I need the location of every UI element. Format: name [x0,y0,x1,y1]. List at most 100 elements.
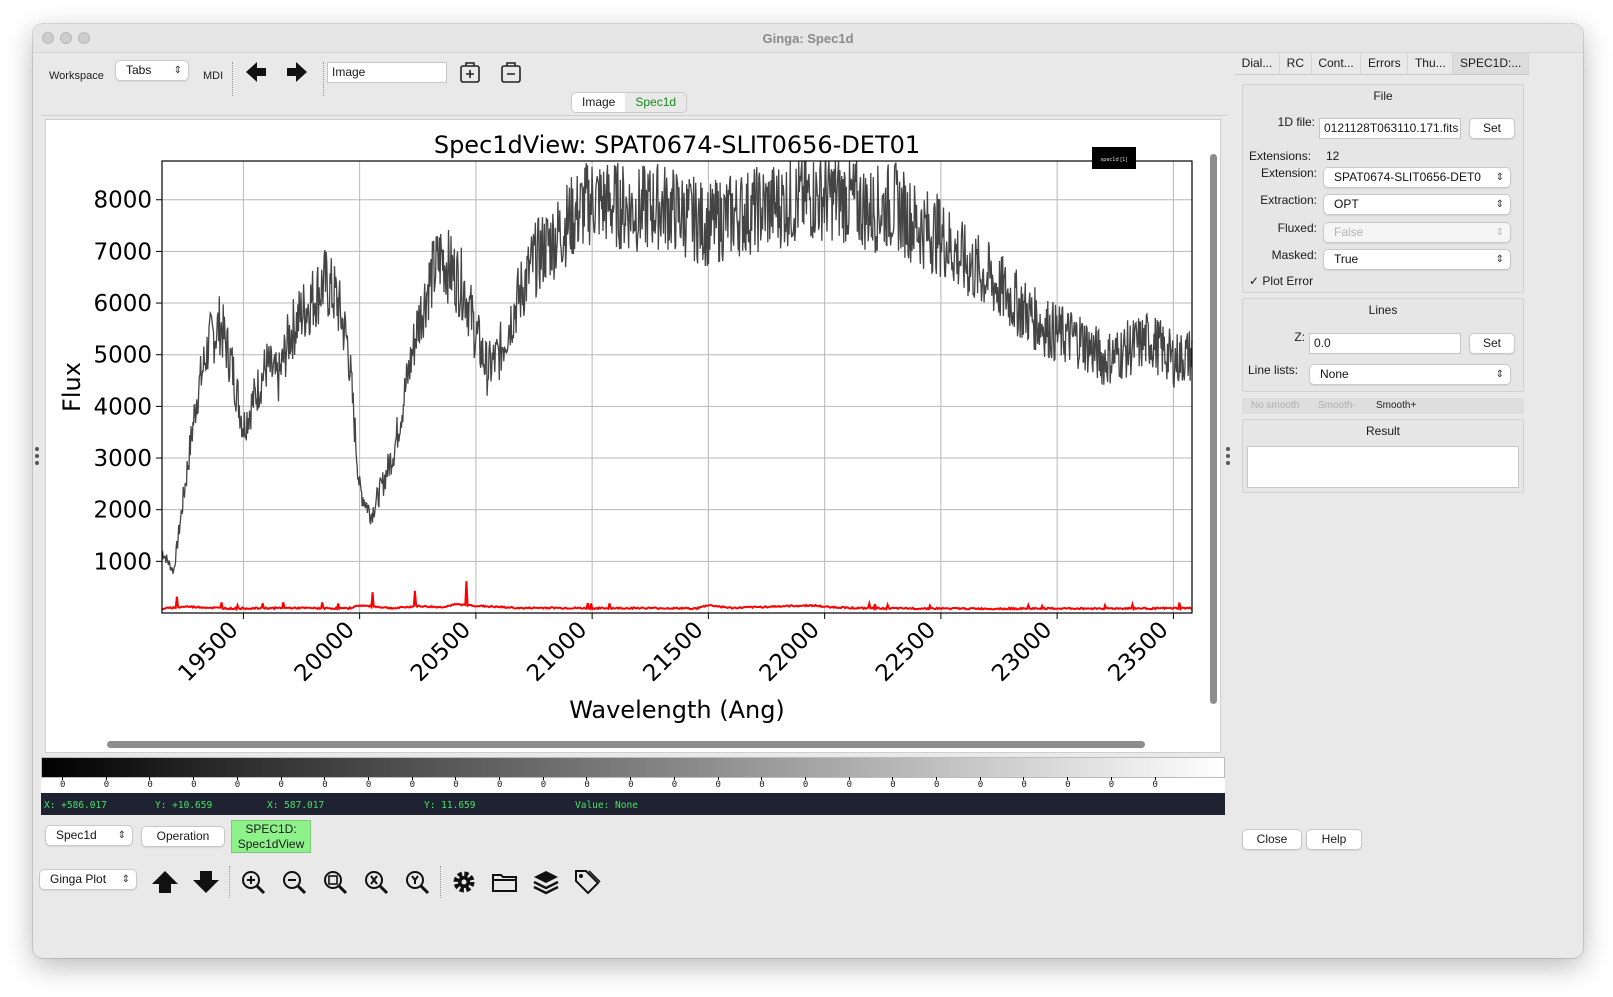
fluxed-select-value: False [1334,225,1364,239]
redshift-input[interactable]: 0.0 [1309,333,1461,354]
plot-background [162,161,1192,613]
file-group: File 1D file: 0121128T063110.171.fits Se… [1242,84,1524,293]
plot-error-label: Plot Error [1262,274,1314,288]
colorbar-tick-label: 0 [278,777,284,790]
line-lists-select-value: None [1320,367,1349,381]
remove-channel-icon [501,62,521,83]
plugin-spec1dview-button[interactable]: SPEC1D: Spec1dView [231,820,311,853]
colorbar-tick-label: 0 [365,777,372,790]
file-path-input[interactable]: 0121128T063110.171.fits [1319,118,1461,139]
no-smooth-button[interactable]: No smooth [1251,400,1299,411]
colorbar-tick-label: 0 [540,777,547,790]
colorbar-tick-label: 0 [453,777,459,790]
updown-arrow-icon: ⇕ [1495,254,1504,265]
tab-contents[interactable]: Cont... [1312,53,1362,74]
tab-spec1d[interactable]: Spec1d [625,93,687,112]
left-splitter-handle[interactable] [34,444,40,470]
legend-label: spec1d [1] [1101,157,1128,163]
previous-workspace-button[interactable] [243,60,269,84]
folder-icon [492,874,517,892]
smooth-minus-button[interactable]: Smooth- [1318,400,1356,411]
cursor-readout: X: +586.017 Y: +10.659 X: 587.017 Y: 11.… [41,793,1225,815]
colorbar-tick-label: 0 [103,777,110,790]
colorbar-tick-label: 0 [1065,777,1071,790]
file-set-button[interactable]: Set [1469,118,1515,139]
channel-select[interactable]: Spec1d ⇕ [45,825,133,846]
next-workspace-button[interactable] [284,60,310,84]
x-tick-label: 23000 [987,617,1057,687]
tag-icon [575,870,601,895]
zoom-out-icon [283,871,307,895]
settings-button[interactable] [449,867,479,897]
close-button[interactable]: Close [1242,829,1302,850]
x-tick-label: 21000 [522,617,592,687]
zoom-fit-x-button[interactable] [361,867,391,897]
add-channel-button[interactable] [457,60,483,86]
line-lists-select[interactable]: None ⇕ [1309,364,1511,385]
zoom-out-button[interactable] [279,867,309,897]
colorbar-tick-label: 0 [1021,777,1027,790]
viewer-mode-select[interactable]: Ginga Plot ⇕ [39,869,137,890]
lines-group: Lines Z: 0.0 Set Line lists: None ⇕ [1242,298,1524,392]
tab-spec1d-plugin[interactable]: SPEC1D:... [1453,53,1529,74]
help-button[interactable]: Help [1306,829,1362,850]
spectrum-chart[interactable]: 19500 20000 20500 21000 21500 22000 22500 23000… [46,120,1211,752]
y-tick-label: 7000 [93,239,152,265]
grip-dots-icon [1226,447,1230,465]
extraction-select[interactable]: OPT ⇕ [1323,194,1511,215]
remove-channel-button[interactable] [498,60,524,86]
plugin-name-line1: SPEC1D: [245,822,297,836]
toolbar-separator [229,866,230,898]
zoom-fit-y-button[interactable] [402,867,432,897]
workspace-name-input[interactable]: Image [327,62,447,83]
tab-rc[interactable]: RC [1280,53,1312,74]
lines-group-title: Lines [1368,303,1398,317]
fluxed-select[interactable]: False ⇕ [1323,222,1511,243]
extraction-label: Extraction: [1260,193,1317,207]
result-output[interactable] [1247,446,1519,488]
x-tick-label: 19500 [173,617,243,687]
open-file-button[interactable] [490,867,520,897]
extension-select[interactable]: SPAT0674-SLIT0656-DET0 ⇕ [1323,167,1511,188]
window-title: Ginga: Spec1d [762,31,854,46]
masked-select[interactable]: True ⇕ [1323,249,1511,270]
colorbar-tick-label: 0 [497,777,503,790]
y-tick-label: 3000 [93,446,152,472]
smoothing-bar: No smooth Smooth- Smooth+ [1242,398,1524,414]
colorbar-tick-label: 0 [802,777,809,790]
plot-vertical-scrollbar[interactable] [1210,154,1217,704]
file-label: 1D file: [1277,115,1315,129]
toolbar-separator [440,866,441,898]
raise-button[interactable] [150,867,180,897]
toolbar-separator [323,62,324,96]
lower-button[interactable] [191,867,221,897]
colorbar[interactable] [41,757,1225,778]
readout-y: Y: +10.659 [155,800,213,811]
tab-image[interactable]: Image [572,93,625,112]
zoom-fit-button[interactable] [320,867,350,897]
extraction-select-value: OPT [1334,197,1359,211]
tab-errors[interactable]: Errors [1361,53,1409,74]
x-tick-label: 23500 [1104,617,1174,687]
redshift-set-button[interactable]: Set [1469,333,1515,354]
colorbar-tick-label: 0 [934,777,940,790]
title-bar: Ginga: Spec1d [33,24,1583,53]
zoom-in-button[interactable] [238,867,268,897]
tags-button[interactable] [572,867,602,897]
readout-x-data: X: 587.017 [267,800,325,811]
colorbar-tick-label: 0 [60,777,66,790]
smooth-plus-button[interactable]: Smooth+ [1376,400,1416,411]
workspace-mode-select[interactable]: Tabs ⇕ [115,60,189,81]
right-splitter-handle[interactable] [1225,444,1231,470]
operation-button[interactable]: Operation [141,826,225,847]
grip-dots-icon [35,447,39,465]
readout-value: Value: None [575,800,638,811]
viewer-mode-value: Ginga Plot [50,872,107,886]
tab-dialogs[interactable]: Dial... [1235,53,1280,74]
y-axis-label: Flux [58,362,86,412]
mdi-label: MDI [203,70,224,82]
layers-button[interactable] [531,867,561,897]
plot-horizontal-scrollbar[interactable] [107,741,1145,748]
tab-thumbs[interactable]: Thu... [1408,53,1454,74]
plot-error-checkbox[interactable]: ✓ Plot Error [1249,274,1313,288]
